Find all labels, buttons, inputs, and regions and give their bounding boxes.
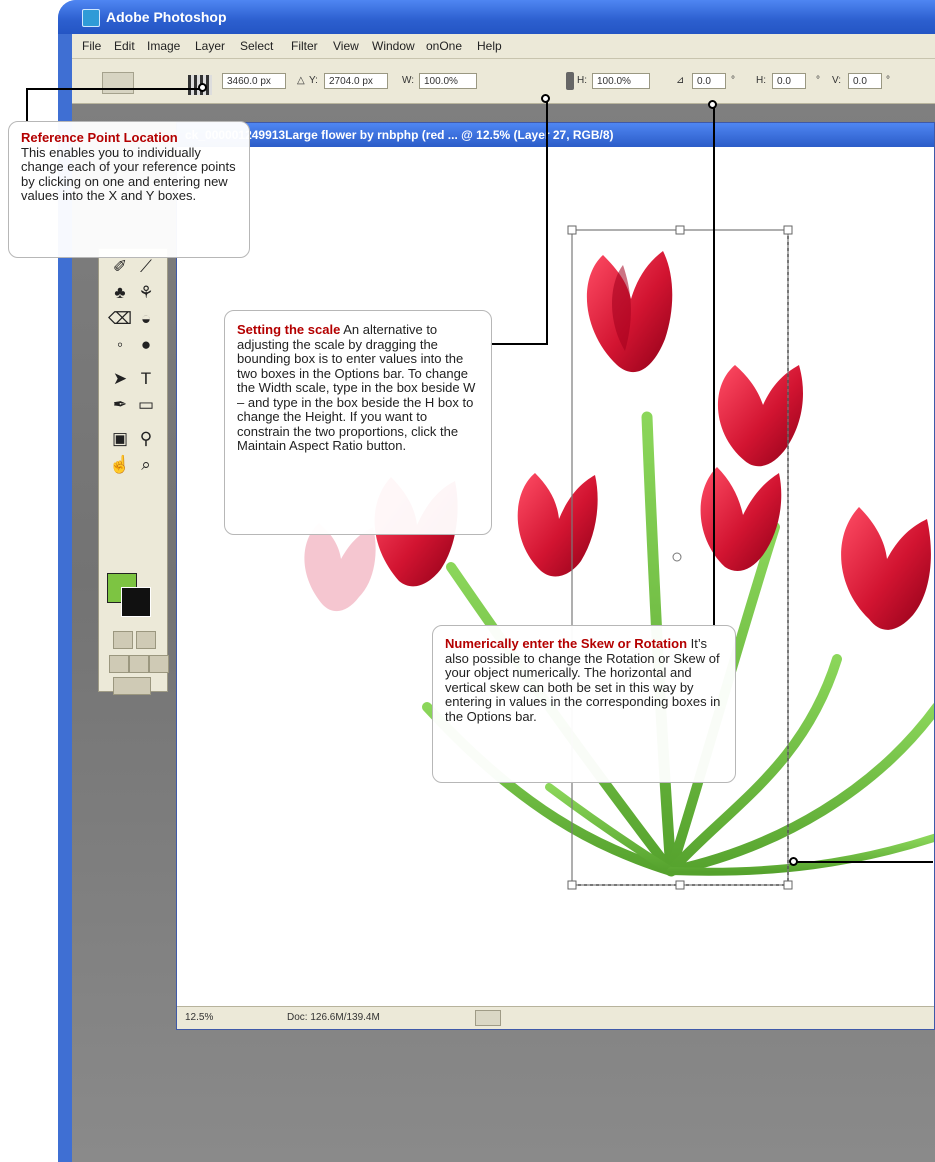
blur-icon[interactable]: ◦	[108, 335, 132, 355]
relative-positioning-icon[interactable]: △	[297, 75, 305, 86]
history-brush-icon[interactable]: ⚘	[134, 283, 158, 303]
reference-leader-vertical	[26, 88, 28, 122]
screen-mode-2-icon[interactable]	[129, 655, 149, 673]
eyedropper-icon[interactable]: ⚲	[134, 429, 158, 449]
brush-icon[interactable]: ⟋	[134, 257, 158, 277]
h-label: H:	[577, 75, 587, 86]
vertical-skew-label: V:	[832, 75, 842, 86]
menu-file[interactable]: File	[82, 39, 101, 53]
box-corner-dot	[789, 857, 798, 866]
skew-leader-vertical	[713, 105, 715, 627]
menu-filter[interactable]: Filter	[291, 39, 318, 53]
maintain-aspect-ratio-icon[interactable]	[566, 72, 574, 90]
setting-scale-callout: Setting the scale An alternative to adju…	[224, 310, 492, 535]
skew-leader-dot	[708, 100, 717, 109]
menu-edit[interactable]: Edit	[114, 39, 135, 53]
reference-point-heading: Reference Point Location	[21, 130, 178, 145]
scale-leader-horizontal	[490, 343, 548, 345]
menu-select[interactable]: Select	[240, 39, 273, 53]
degree-symbol: °	[731, 75, 735, 86]
type-icon[interactable]: T	[134, 369, 158, 389]
jump-to-imageready-icon[interactable]	[113, 677, 151, 695]
scale-leader-vertical	[546, 99, 548, 345]
rotate-field[interactable]: 0.0	[692, 73, 726, 89]
zoom-level[interactable]: 12.5%	[185, 1012, 213, 1023]
skew-rotation-heading: Numerically enter the Skew or Rotation	[445, 636, 688, 651]
degree-symbol-3: °	[886, 75, 890, 86]
notes-icon[interactable]: ▣	[108, 429, 132, 449]
status-nav-button[interactable]	[475, 1010, 501, 1026]
screen-mode-3-icon[interactable]	[149, 655, 169, 673]
standard-mode-icon[interactable]	[113, 631, 133, 649]
w-label: W:	[402, 75, 415, 86]
screen-mode-1-icon[interactable]	[109, 655, 129, 673]
dodge-icon[interactable]: ●	[134, 335, 158, 355]
menu-layer[interactable]: Layer	[195, 39, 225, 53]
eraser-icon[interactable]: ⌫	[108, 309, 132, 329]
flower-artwork	[304, 225, 934, 890]
rotate-icon: ⊿	[676, 75, 685, 86]
window-titlebar: Adobe Photoshop	[58, 0, 935, 34]
menu-view[interactable]: View	[333, 39, 359, 53]
paint-bucket-icon[interactable]: ◒	[134, 309, 158, 329]
window-title: Adobe Photoshop	[106, 9, 227, 25]
reference-leader-dot	[198, 83, 207, 92]
clone-stamp-icon[interactable]: ♣	[108, 283, 132, 303]
width-scale-field[interactable]: 100.0%	[419, 73, 477, 89]
scale-leader-dot	[541, 94, 550, 103]
path-selection-icon[interactable]: ➤	[108, 369, 132, 389]
vertical-skew-field[interactable]: 0.0	[848, 73, 882, 89]
menu-help[interactable]: Help	[477, 39, 502, 53]
photoshop-app-icon	[82, 9, 100, 27]
box-corner-leader	[793, 861, 933, 863]
document-status-bar: 12.5% Doc: 126.6M/139.4M	[177, 1006, 934, 1029]
degree-symbol-2: °	[816, 75, 820, 86]
reference-point-body: This enables you to individually change …	[21, 144, 236, 203]
menu-window[interactable]: Window	[372, 39, 415, 53]
options-bar: 3460.0 px △ Y: 2704.0 px W: 100.0% H: 10…	[72, 59, 935, 104]
reference-leader-horizontal	[26, 88, 202, 90]
menu-bar: File Edit Image Layer Select Filter View…	[72, 34, 935, 59]
setting-scale-body: An alternative to adjusting the scale by…	[237, 322, 476, 453]
document-window: ck_000001249913Large flower by rnbphp (r…	[176, 122, 935, 1030]
x-field[interactable]: 3460.0 px	[222, 73, 286, 89]
background-color-swatch[interactable]	[121, 587, 151, 617]
horizontal-skew-label: H:	[756, 75, 766, 86]
document-titlebar: ck_000001249913Large flower by rnbphp (r…	[177, 123, 934, 147]
quick-mask-icon[interactable]	[136, 631, 156, 649]
pen-icon[interactable]: ✒	[108, 395, 132, 415]
setting-scale-heading: Setting the scale	[237, 322, 341, 337]
horizontal-skew-field[interactable]: 0.0	[772, 73, 806, 89]
hand-icon[interactable]: ☝	[108, 455, 132, 475]
document-size-info: Doc: 126.6M/139.4M	[287, 1012, 380, 1023]
tool-preset-picker[interactable]	[102, 72, 134, 94]
zoom-icon[interactable]: ⌕	[134, 455, 158, 475]
menu-image[interactable]: Image	[147, 39, 180, 53]
toolbox: ✐ ⟋ ♣ ⚘ ⌫ ◒ ◦ ● ➤ T ✒ ▭ ▣ ⚲ ☝ ⌕	[98, 248, 169, 695]
menu-onone[interactable]: onOne	[426, 39, 462, 53]
healing-brush-icon[interactable]: ✐	[108, 257, 132, 277]
image-canvas[interactable]	[177, 147, 934, 1007]
y-field[interactable]: 2704.0 px	[324, 73, 388, 89]
skew-rotation-callout: Numerically enter the Skew or Rotation I…	[432, 625, 736, 783]
shape-icon[interactable]: ▭	[134, 395, 158, 415]
y-label: Y:	[309, 75, 318, 86]
height-scale-field[interactable]: 100.0%	[592, 73, 650, 89]
reference-point-callout: Reference Point Location This enables yo…	[8, 121, 250, 258]
